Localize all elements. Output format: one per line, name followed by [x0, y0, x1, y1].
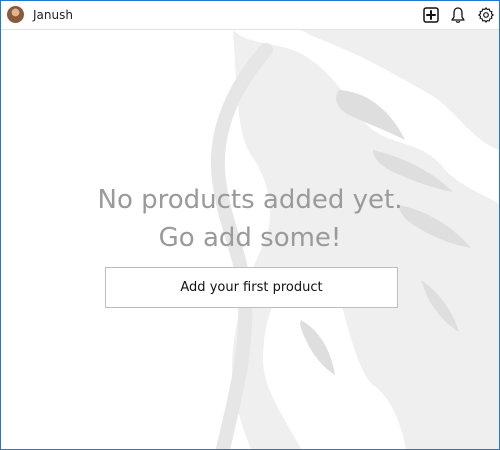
- empty-state-line1: No products added yet.: [97, 185, 403, 215]
- username: Janush: [33, 8, 73, 22]
- empty-state: No products added yet. Go add some!: [1, 181, 499, 257]
- empty-state-line2: Go add some!: [158, 223, 342, 253]
- add-product-icon[interactable]: [422, 6, 440, 24]
- user-avatar[interactable]: [7, 6, 24, 23]
- add-first-product-button[interactable]: Add your first product: [105, 267, 398, 308]
- gear-icon[interactable]: [477, 6, 495, 24]
- bell-icon[interactable]: [449, 6, 467, 24]
- app-window: Janush No products added yet. Go add som…: [0, 0, 500, 450]
- title-bar: Janush: [1, 1, 499, 30]
